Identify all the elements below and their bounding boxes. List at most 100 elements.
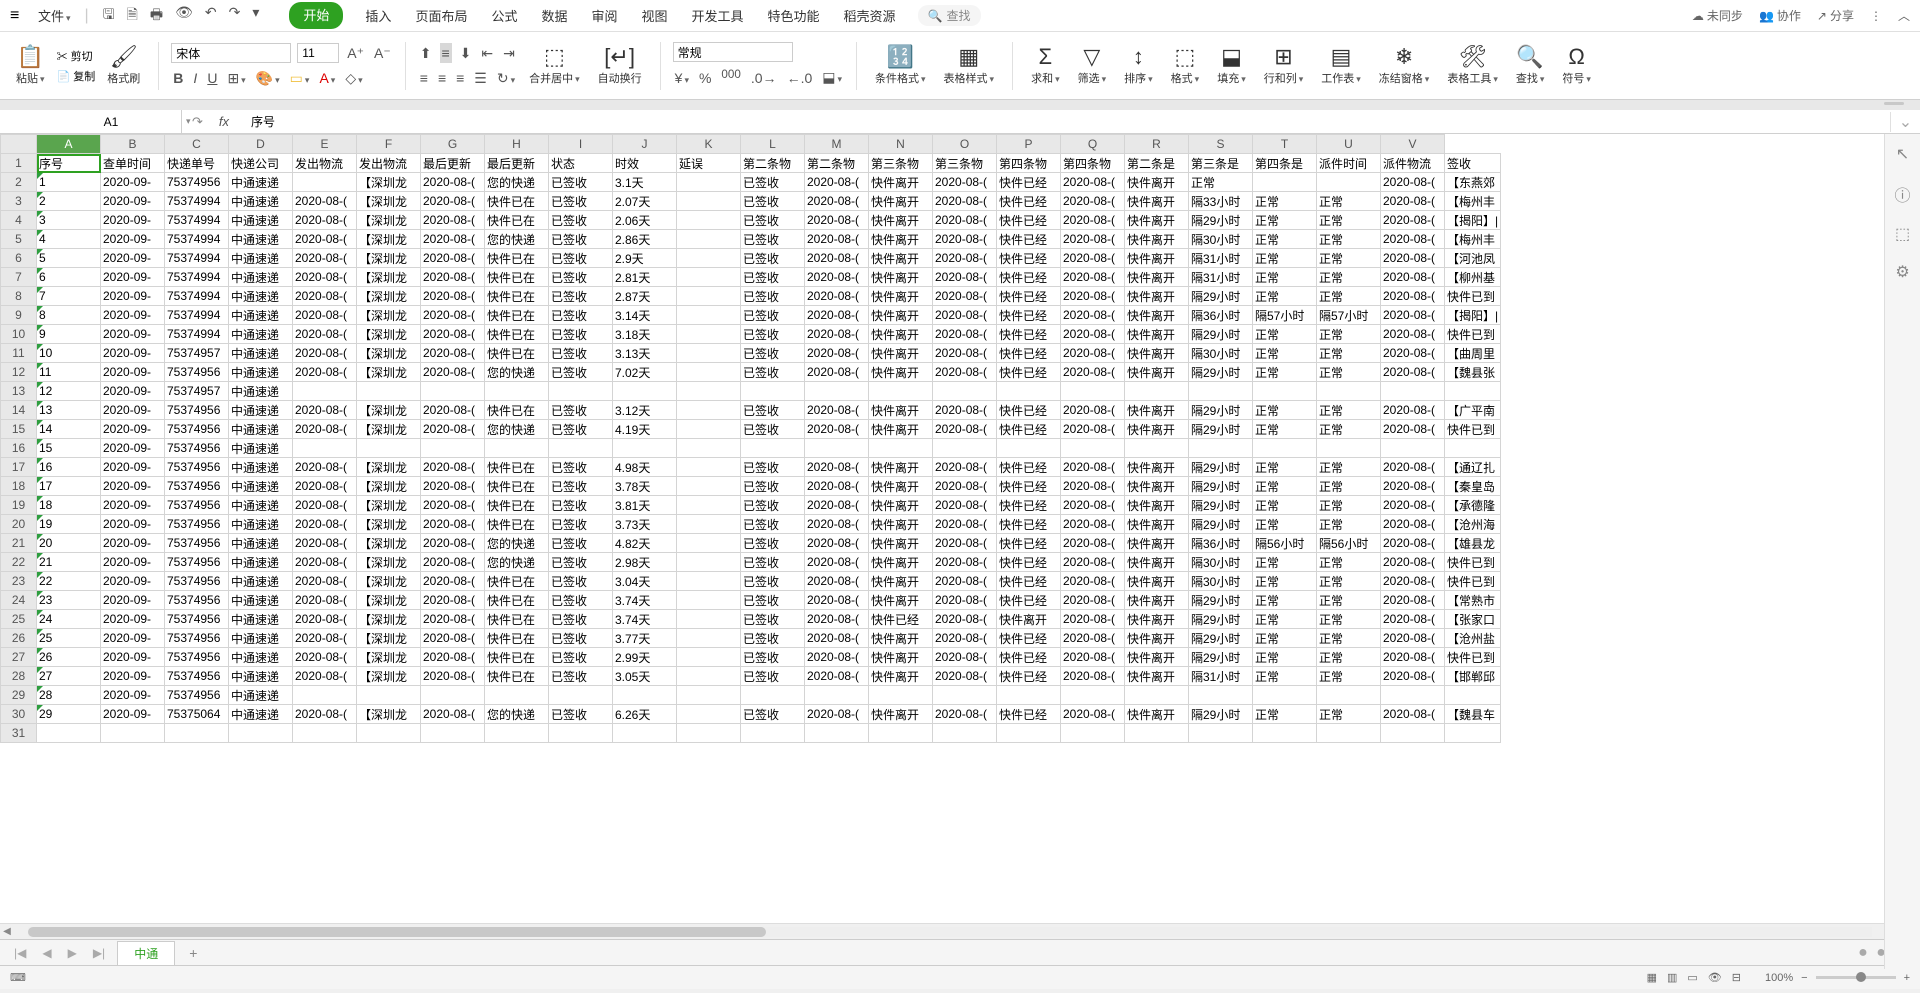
- cell[interactable]: 快件离开: [1125, 325, 1189, 344]
- cell[interactable]: 2020-08-(: [293, 401, 357, 420]
- cell[interactable]: 2020-09-: [101, 553, 165, 572]
- cell[interactable]: 正常: [1317, 401, 1381, 420]
- row-header-8[interactable]: 8: [1, 287, 37, 306]
- cell[interactable]: 正常: [1253, 363, 1317, 382]
- cell[interactable]: 快件已经: [997, 401, 1061, 420]
- cell[interactable]: 快件已经: [997, 534, 1061, 553]
- cell[interactable]: 快件离开: [869, 667, 933, 686]
- cell[interactable]: 已签收: [741, 249, 805, 268]
- save-icon[interactable]: 🖫: [103, 4, 115, 28]
- cell[interactable]: 2020-08-(: [933, 553, 997, 572]
- cell[interactable]: 正常: [1317, 477, 1381, 496]
- cell[interactable]: 已签收: [741, 287, 805, 306]
- cell[interactable]: 2020-08-(: [1381, 420, 1445, 439]
- eye-protect-icon[interactable]: 👁: [1708, 971, 1722, 984]
- cell[interactable]: 3.04天: [613, 572, 677, 591]
- cell[interactable]: [677, 553, 741, 572]
- clear-format-icon[interactable]: ◇: [343, 68, 364, 89]
- cell[interactable]: [677, 230, 741, 249]
- cell[interactable]: 2020-08-(: [293, 515, 357, 534]
- cell[interactable]: 隔57小时: [1317, 306, 1381, 325]
- cell[interactable]: 快件已经: [997, 268, 1061, 287]
- cell[interactable]: 2020-08-(: [293, 591, 357, 610]
- cell[interactable]: 2.07天: [613, 192, 677, 211]
- split-icon[interactable]: ⊟: [1732, 971, 1741, 984]
- cell[interactable]: 2020-08-(: [805, 458, 869, 477]
- cell[interactable]: 2020-08-(: [1381, 667, 1445, 686]
- cell[interactable]: 快件已到: [1445, 648, 1501, 667]
- cell[interactable]: 快件已在: [485, 477, 549, 496]
- cell[interactable]: [1445, 439, 1501, 458]
- cell[interactable]: 2020-08-(: [1061, 401, 1125, 420]
- cell[interactable]: 2020-08-(: [1061, 515, 1125, 534]
- cell[interactable]: 2020-08-(: [421, 249, 485, 268]
- cell[interactable]: [869, 686, 933, 705]
- cell[interactable]: 中通速递: [229, 496, 293, 515]
- cell[interactable]: 中通速递: [229, 534, 293, 553]
- cell[interactable]: 2020-08-(: [933, 534, 997, 553]
- row-header-15[interactable]: 15: [1, 420, 37, 439]
- cell[interactable]: 2020-08-(: [293, 192, 357, 211]
- cell[interactable]: 已签收: [741, 515, 805, 534]
- cell[interactable]: 已签收: [549, 496, 613, 515]
- cell[interactable]: 2020-08-(: [805, 344, 869, 363]
- cell[interactable]: 已签收: [741, 458, 805, 477]
- cell[interactable]: [677, 420, 741, 439]
- cell[interactable]: 3.81天: [613, 496, 677, 515]
- style-pane-icon[interactable]: ⬚: [1895, 224, 1910, 244]
- sheet-tab-active[interactable]: 中通: [117, 941, 175, 965]
- cell[interactable]: 正常: [1317, 420, 1381, 439]
- cell[interactable]: [677, 249, 741, 268]
- cell[interactable]: 27: [37, 667, 101, 686]
- tab-审阅[interactable]: 审阅: [589, 2, 619, 29]
- row-header-11[interactable]: 11: [1, 344, 37, 363]
- cell[interactable]: 2020-08-(: [1061, 211, 1125, 230]
- cell[interactable]: 正常: [1253, 325, 1317, 344]
- cell[interactable]: 快件离开: [869, 553, 933, 572]
- cell[interactable]: [549, 686, 613, 705]
- cell[interactable]: 2020-08-(: [933, 173, 997, 192]
- cell[interactable]: 隔29小时: [1189, 705, 1253, 724]
- col-header-K[interactable]: K: [677, 135, 741, 154]
- cell[interactable]: 快件已到: [1445, 325, 1501, 344]
- table-style-button[interactable]: ▦表格样式: [938, 44, 1001, 88]
- cell[interactable]: 快件已经: [997, 496, 1061, 515]
- cell[interactable]: 快件已在: [485, 572, 549, 591]
- cell[interactable]: 隔36小时: [1189, 306, 1253, 325]
- cell[interactable]: 2020-08-(: [933, 572, 997, 591]
- cell[interactable]: 中通速递: [229, 553, 293, 572]
- cell[interactable]: 【深圳龙: [357, 230, 421, 249]
- cell[interactable]: [677, 610, 741, 629]
- cell[interactable]: 第二条是: [1125, 154, 1189, 173]
- cell[interactable]: 快件已在: [485, 268, 549, 287]
- col-header-H[interactable]: H: [485, 135, 549, 154]
- cell[interactable]: 2020-08-(: [293, 306, 357, 325]
- cell[interactable]: 75374956: [165, 591, 229, 610]
- cell[interactable]: 正常: [1317, 610, 1381, 629]
- cell[interactable]: 快件已在: [485, 211, 549, 230]
- cell[interactable]: 26: [37, 648, 101, 667]
- cell[interactable]: 第四条物: [1061, 154, 1125, 173]
- cell[interactable]: 已签收: [741, 705, 805, 724]
- cell[interactable]: 您的快递: [485, 363, 549, 382]
- cell[interactable]: 中通速递: [229, 477, 293, 496]
- tab-开始[interactable]: 开始: [289, 2, 343, 29]
- cell[interactable]: 2020-08-(: [421, 287, 485, 306]
- align-bottom-icon[interactable]: ⬇: [458, 43, 474, 64]
- properties-icon[interactable]: ⓘ: [1894, 182, 1910, 206]
- cell[interactable]: 隔29小时: [1189, 477, 1253, 496]
- cell[interactable]: [1445, 382, 1501, 401]
- cell[interactable]: [613, 382, 677, 401]
- cell[interactable]: 【揭阳】|: [1445, 211, 1501, 230]
- cell[interactable]: 【深圳龙: [357, 572, 421, 591]
- cell[interactable]: 正常: [1317, 249, 1381, 268]
- cell[interactable]: 2020-08-(: [933, 306, 997, 325]
- cell[interactable]: 快件离开: [1125, 496, 1189, 515]
- cell[interactable]: 快件离开: [1125, 401, 1189, 420]
- cell[interactable]: 75374956: [165, 401, 229, 420]
- cell[interactable]: 快件已在: [485, 496, 549, 515]
- cell[interactable]: 2020-08-(: [933, 458, 997, 477]
- cell[interactable]: [677, 363, 741, 382]
- cell[interactable]: 快件已经: [997, 458, 1061, 477]
- col-header-U[interactable]: U: [1317, 135, 1381, 154]
